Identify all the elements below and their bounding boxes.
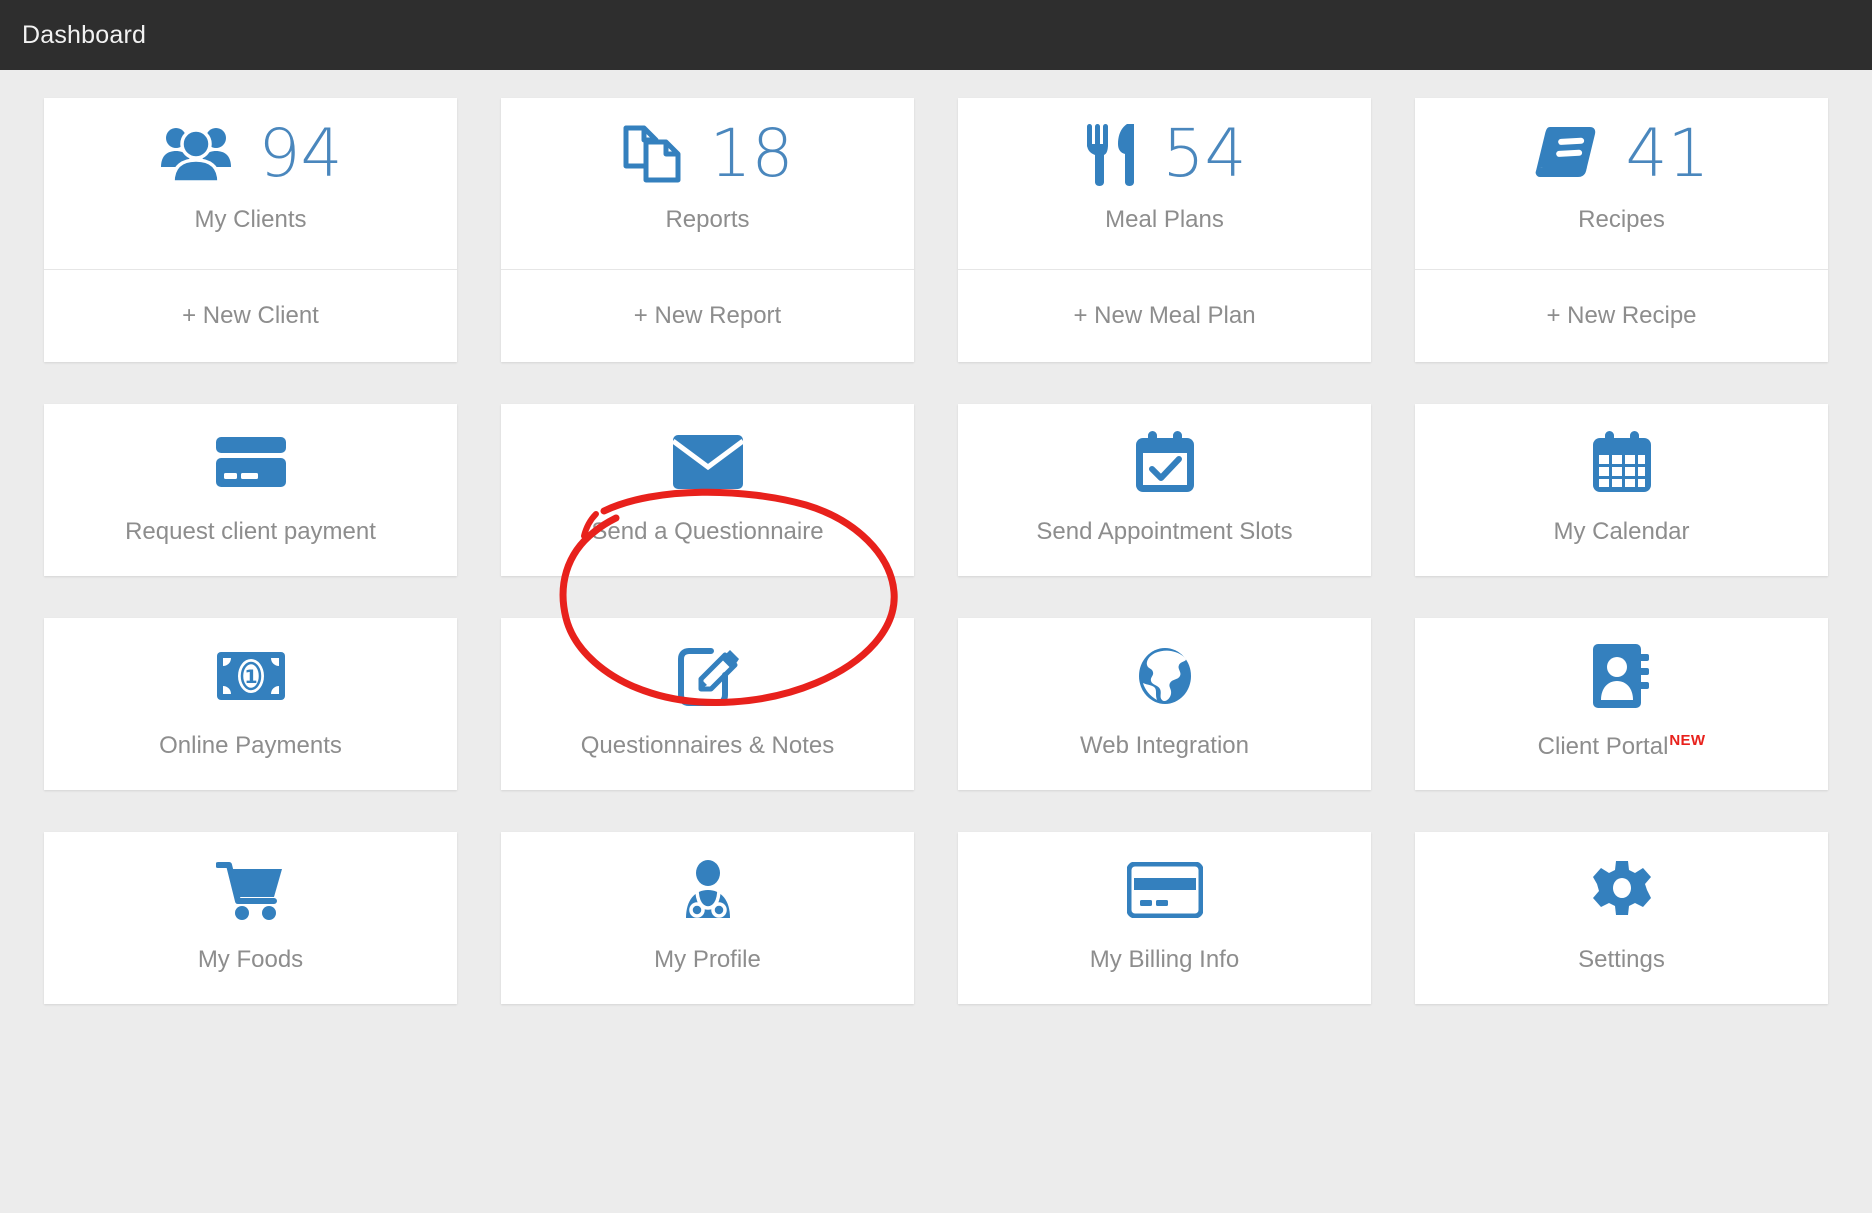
top-bar: Dashboard	[0, 0, 1872, 70]
stat-card-body[interactable]: 41 Recipes	[1415, 98, 1828, 270]
tile-label: Settings	[1578, 946, 1665, 973]
page-title: Dashboard	[22, 20, 147, 49]
stat-headline: 94	[159, 98, 343, 210]
tile-body[interactable]: Request client payment	[44, 404, 457, 576]
edit-note-icon	[677, 648, 739, 706]
stat-card-recipes[interactable]: 41 Recipes + New Recipe	[1415, 98, 1828, 362]
tile-body[interactable]: Questionnaires & Notes	[501, 618, 914, 790]
credit-card-icon	[215, 434, 287, 490]
tile-send-appointment-slots[interactable]: Send Appointment Slots	[958, 404, 1371, 576]
stat-label: Recipes	[1578, 206, 1665, 233]
stat-count: 94	[258, 115, 343, 192]
gear-icon	[1592, 861, 1652, 918]
shopping-cart-icon	[215, 862, 286, 920]
svg-text:1: 1	[244, 666, 257, 688]
tile-label: Online Payments	[159, 732, 342, 759]
tile-settings[interactable]: Settings	[1415, 832, 1828, 1004]
stat-card-meal-plans[interactable]: 54 Meal Plans + New Meal Plan	[958, 98, 1371, 362]
tile-body[interactable]: Web Integration	[958, 618, 1371, 790]
tile-questionnaires-and-notes[interactable]: Questionnaires & Notes	[501, 618, 914, 790]
billing-card-icon	[1126, 862, 1203, 918]
stats-row: 94 My Clients + New Client 18 Reports + …	[44, 98, 1828, 362]
new-meal-plan-button[interactable]: + New Meal Plan	[958, 270, 1371, 362]
envelope-icon	[672, 434, 743, 490]
tile-body[interactable]: Send a Questionnaire	[501, 404, 914, 576]
tile-body[interactable]: My Profile	[501, 832, 914, 1004]
stat-headline: 41	[1534, 98, 1710, 210]
new-report-button[interactable]: + New Report	[501, 270, 914, 362]
book-icon	[1534, 123, 1600, 185]
tile-label: Client PortalNEW	[1538, 732, 1706, 761]
new-client-button[interactable]: + New Client	[44, 270, 457, 362]
calendar-grid-icon	[1591, 431, 1653, 492]
stat-card-body[interactable]: 18 Reports	[501, 98, 914, 270]
new-recipe-button[interactable]: + New Recipe	[1415, 270, 1828, 362]
stat-card-body[interactable]: 94 My Clients	[44, 98, 457, 270]
stat-headline: 18	[622, 98, 794, 210]
address-book-icon	[1592, 643, 1651, 708]
tile-my-profile[interactable]: My Profile	[501, 832, 914, 1004]
status-badge-new: NEW	[1669, 731, 1706, 749]
tile-online-payments[interactable]: 1 Online Payments	[44, 618, 457, 790]
stat-card-my-clients[interactable]: 94 My Clients + New Client	[44, 98, 457, 362]
stat-card-body[interactable]: 54 Meal Plans	[958, 98, 1371, 270]
tile-label-text: Client Portal	[1537, 732, 1669, 760]
tile-label: Send a Questionnaire	[591, 518, 824, 545]
doctor-icon	[678, 860, 738, 918]
tile-body[interactable]: My Foods	[44, 832, 457, 1004]
tile-label: My Calendar	[1553, 518, 1690, 545]
tile-client-portal[interactable]: Client PortalNEW	[1415, 618, 1828, 790]
tile-body[interactable]: 1 Online Payments	[44, 618, 457, 790]
calendar-check-icon	[1134, 431, 1196, 492]
tile-label: Questionnaires & Notes	[580, 732, 835, 759]
stat-label: My Clients	[194, 206, 307, 233]
stat-count: 41	[1625, 115, 1710, 192]
tile-web-integration[interactable]: Web Integration	[958, 618, 1371, 790]
tile-send-a-questionnaire[interactable]: Send a Questionnaire	[501, 404, 914, 576]
stat-card-reports[interactable]: 18 Reports + New Report	[501, 98, 914, 362]
stat-count: 18	[709, 115, 794, 192]
tile-request-client-payment[interactable]: Request client payment	[44, 404, 457, 576]
stat-label: Reports	[665, 206, 750, 233]
tile-label: Web Integration	[1080, 732, 1249, 759]
tile-row-3: My Foods My Profile My Billing Info Sett…	[44, 832, 1828, 1004]
tile-body[interactable]: My Billing Info	[958, 832, 1371, 1004]
tile-body[interactable]: Settings	[1415, 832, 1828, 1004]
tile-label: Send Appointment Slots	[1036, 518, 1293, 545]
tile-my-billing-info[interactable]: My Billing Info	[958, 832, 1371, 1004]
globe-icon	[1137, 648, 1193, 704]
tile-body[interactable]: Client PortalNEW	[1415, 618, 1828, 790]
tile-label: Request client payment	[125, 518, 376, 545]
tile-body[interactable]: Send Appointment Slots	[958, 404, 1371, 576]
cutlery-icon	[1083, 122, 1137, 186]
banknote-icon: 1	[216, 648, 285, 704]
dashboard-grid: 94 My Clients + New Client 18 Reports + …	[0, 70, 1872, 1004]
tile-my-calendar[interactable]: My Calendar	[1415, 404, 1828, 576]
stat-count: 54	[1162, 115, 1247, 192]
tile-my-foods[interactable]: My Foods	[44, 832, 457, 1004]
stat-label: Meal Plans	[1105, 206, 1224, 233]
tile-label: My Billing Info	[1089, 946, 1240, 973]
tile-label: My Profile	[654, 946, 761, 973]
tile-row-2: 1 Online Payments Questionnaires & Notes…	[44, 618, 1828, 790]
tile-row-1: Request client payment Send a Questionna…	[44, 404, 1828, 576]
users-icon	[159, 125, 233, 183]
stat-headline: 54	[1083, 98, 1247, 210]
tile-body[interactable]: My Calendar	[1415, 404, 1828, 576]
tile-label: My Foods	[197, 946, 304, 973]
reports-icon	[622, 122, 684, 186]
